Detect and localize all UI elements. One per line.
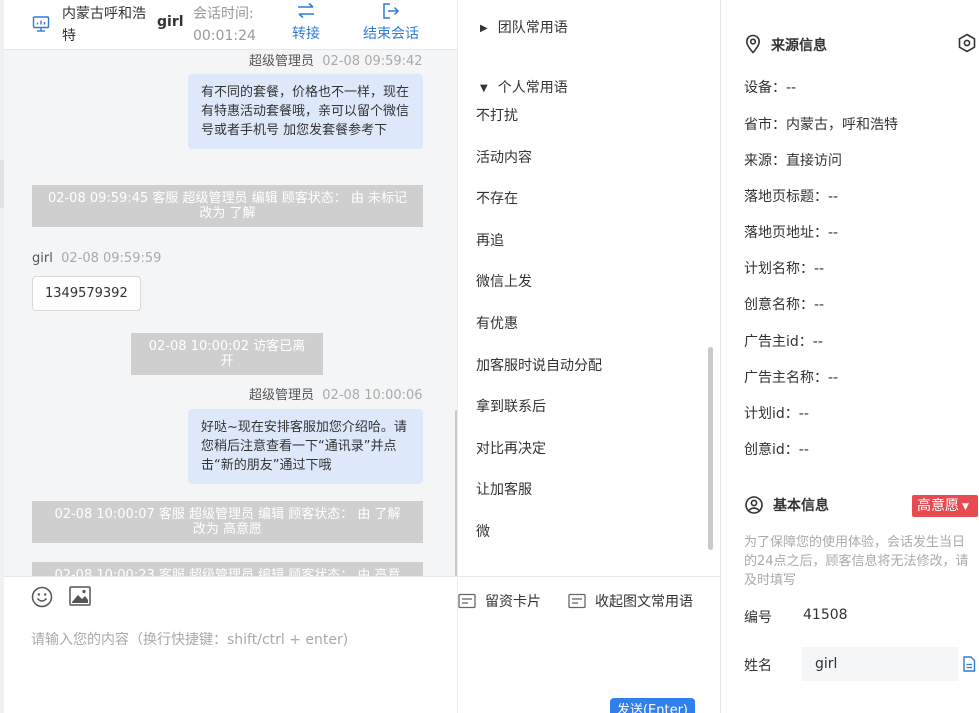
basic-info-heading: 基本信息 (745, 495, 829, 515)
message-input-area[interactable]: 请输入您的内容（换行快捷键：shift/ctrl + enter) (4, 576, 457, 713)
message-meta: girl 02-08 09:59:59 (32, 251, 161, 266)
phrases-scrollbar[interactable] (708, 347, 713, 550)
chat-header: 内蒙古呼和浩特 girl 会话时间: 00:01:24 转接 结束会话 (4, 0, 457, 50)
source-row-creative-id: 创意id：-- (744, 442, 809, 458)
monitor-icon (32, 15, 50, 33)
id-label: 编号 (744, 610, 772, 626)
intent-status-dropdown[interactable]: 高意愿 ▼ (912, 495, 978, 517)
source-row-origin: 来源：直接访问 (744, 153, 842, 169)
transfer-icon (298, 2, 314, 19)
phrase-item[interactable]: 对比再决定 (476, 438, 546, 458)
location-pin-icon (745, 34, 761, 54)
document-icon[interactable] (962, 656, 976, 676)
message-input[interactable]: 请输入您的内容（换行快捷键：shift/ctrl + enter) (31, 629, 348, 649)
edit-notice: 为了保障您的使用体验，会话发生当日的24点之后，顾客信息将无法修改，请及时填写 (744, 535, 969, 588)
message-meta: 超级管理员 02-08 10:00:06 (249, 384, 423, 403)
caret-down-icon: ▼ (962, 502, 969, 512)
source-row-landing-url: 落地页地址：-- (744, 225, 839, 241)
caret-down-icon: ▼ (480, 83, 488, 94)
source-info-heading: 来源信息 (745, 34, 827, 55)
caret-right-icon: ▶ (480, 23, 488, 34)
phrase-item[interactable]: 微信上发 (476, 271, 532, 291)
phrase-item[interactable]: 微 (476, 521, 490, 541)
card-icon (458, 593, 476, 609)
agent-message-bubble: 好哒~现在安排客服加您介绍哈。请您稍后注意查看一下“通讯录”并点击“新的朋友”通… (188, 409, 423, 484)
source-row-creative-name: 创意名称：-- (744, 297, 825, 313)
collapse-phrases-label: 收起图文常用语 (595, 594, 693, 610)
chat-panel: 内蒙古呼和浩特 girl 会话时间: 00:01:24 转接 结束会话 超级管理… (0, 0, 457, 713)
system-notice: 02-08 09:59:45 客服 超级管理员 编辑 顾客状态： 由 未标记 改… (32, 185, 423, 227)
message-list[interactable]: 超级管理员 02-08 09:59:42 有不同的套餐，价格也不一样，现在有特惠… (4, 50, 457, 576)
sender-name: 超级管理员 (249, 388, 315, 403)
message-meta: 超级管理员 02-08 09:59:42 (249, 50, 423, 69)
phrase-item[interactable]: 不存在 (476, 188, 518, 208)
system-notice: 02-08 10:00:02 访客已离开 (131, 333, 323, 375)
sender-name: 超级管理员 (249, 54, 315, 69)
visitor-message-bubble: 1349579392 (32, 276, 141, 311)
transfer-button[interactable]: 转接 (292, 2, 320, 43)
phrase-item[interactable]: 拿到联系后 (476, 396, 546, 416)
system-notice: 02-08 10:00:23 客服 超级管理员 编辑 顾客状态： 由 高意 (32, 562, 423, 576)
personal-phrases-toggle[interactable]: ▼ 个人常用语 (480, 77, 568, 97)
image-icon[interactable] (69, 586, 91, 610)
name-field[interactable] (802, 647, 958, 681)
lead-card-label: 留资卡片 (485, 594, 541, 610)
send-button[interactable]: 发送(Enter) (610, 698, 695, 713)
system-notice: 02-08 10:00:07 客服 超级管理员 编辑 顾客状态： 由 了解 改为… (32, 501, 423, 543)
source-row-region: 省市：内蒙古，呼和浩特 (744, 117, 898, 133)
phrase-item[interactable]: 加客服时说自动分配 (476, 355, 602, 375)
phrases-panel: ▶ 团队常用语 ▼ 个人常用语 不打扰 活动内容 不存在 再追 微信上发 有优惠 加… (457, 0, 721, 713)
basic-info-title: 基本信息 (773, 498, 829, 514)
source-info-title: 来源信息 (771, 38, 827, 54)
settings-hex-icon[interactable] (957, 33, 977, 57)
source-row-device: 设备：-- (744, 80, 797, 96)
agent-message-bubble: 有不同的套餐，价格也不一样，现在有特惠活动套餐哦，亲可以留个微信号或者手机号 加… (188, 74, 423, 149)
sender-name: girl (32, 251, 53, 266)
visitor-location: 内蒙古呼和浩特 (62, 6, 146, 44)
message-time: 02-08 09:59:59 (61, 251, 162, 266)
phrase-item[interactable]: 活动内容 (476, 147, 532, 167)
end-session-label: 结束会话 (363, 26, 419, 42)
source-row-advertiser-name: 广告主名称：-- (744, 370, 839, 386)
message-time: 02-08 10:00:06 (322, 388, 423, 403)
source-row-plan-id: 计划id：-- (744, 406, 809, 422)
visitor-name: girl (157, 14, 184, 30)
name-label: 姓名 (744, 658, 772, 674)
source-row-advertiser-id: 广告主id：-- (744, 334, 823, 350)
team-phrases-toggle[interactable]: ▶ 团队常用语 (480, 17, 568, 37)
customer-info-panel: 来源信息 设备：-- 省市：内蒙古，呼和浩特 来源：直接访问 落地页标题：-- … (720, 0, 979, 713)
session-time-label: 会话时间: (193, 6, 254, 22)
user-circle-icon (745, 496, 763, 514)
logout-icon (383, 3, 400, 19)
source-row-landing-title: 落地页标题：-- (744, 189, 839, 205)
session-time: 00:01:24 (193, 28, 256, 44)
team-phrases-label: 团队常用语 (497, 20, 568, 36)
collapse-phrases-button[interactable]: 收起图文常用语 (568, 591, 693, 611)
phrase-item[interactable]: 让加客服 (476, 479, 532, 499)
phrase-item[interactable]: 不打扰 (476, 105, 518, 125)
chat-card-icon (568, 593, 586, 609)
personal-phrases-label: 个人常用语 (497, 80, 568, 96)
phrase-item[interactable]: 有优惠 (476, 313, 518, 333)
message-time: 02-08 09:59:42 (322, 54, 423, 69)
phrases-toolbar: 留资卡片 收起图文常用语 发送(Enter) (458, 576, 721, 713)
phrase-item[interactable]: 再追 (476, 230, 504, 250)
lead-card-button[interactable]: 留资卡片 (458, 591, 541, 611)
app-root: 内蒙古呼和浩特 girl 会话时间: 00:01:24 转接 结束会话 超级管理… (0, 0, 979, 713)
emoji-icon[interactable] (31, 586, 53, 612)
transfer-label: 转接 (292, 26, 320, 42)
source-row-plan-name: 计划名称：-- (744, 261, 825, 277)
id-value: 41508 (803, 607, 848, 623)
end-session-button[interactable]: 结束会话 (363, 2, 419, 43)
intent-status-label: 高意愿 (917, 498, 959, 514)
